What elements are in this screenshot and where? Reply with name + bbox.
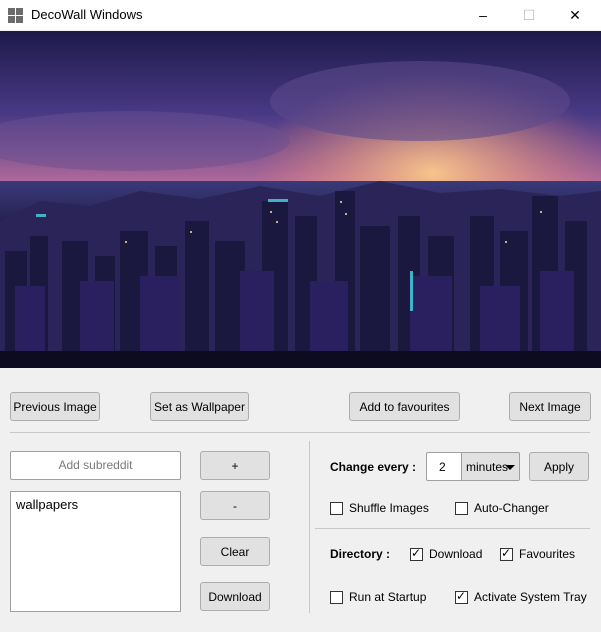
shuffle-images-label: Shuffle Images (349, 501, 429, 515)
add-subreddit-button[interactable]: + (200, 451, 270, 480)
vertical-divider (309, 441, 310, 613)
checkbox-box: ✓ (500, 545, 513, 561)
subreddit-placeholder: Add subreddit (58, 458, 133, 472)
auto-changer-checkbox[interactable]: Auto-Changer (455, 500, 549, 516)
list-item[interactable]: wallpapers (11, 492, 180, 512)
change-every-label: Change every : (330, 460, 417, 474)
run-at-startup-label: Run at Startup (349, 590, 427, 604)
checkmark-icon: ✓ (411, 545, 422, 560)
system-tray-label: Activate System Tray (474, 590, 587, 604)
directory-favourites-checkbox[interactable]: ✓ Favourites (500, 546, 575, 562)
previous-image-button[interactable]: Previous Image (10, 392, 100, 421)
minimize-button[interactable]: – (460, 0, 506, 30)
directory-download-label: Download (429, 547, 483, 561)
run-at-startup-checkbox[interactable]: Run at Startup (330, 589, 426, 605)
window-title: DecoWall Windows (31, 7, 143, 22)
chevron-down-icon (505, 465, 515, 470)
divider (10, 432, 590, 433)
next-image-button[interactable]: Next Image (509, 392, 591, 421)
apply-button[interactable]: Apply (529, 452, 589, 481)
maximize-button[interactable]: ☐ (506, 0, 552, 30)
directory-label: Directory : (330, 547, 391, 561)
app-window: DecoWall Windows – ☐ ✕ Previous Image Se… (0, 0, 601, 632)
directory-favourites-label: Favourites (519, 547, 576, 561)
add-to-favourites-button[interactable]: Add to favourites (349, 392, 460, 421)
interval-unit-select[interactable]: minutes (461, 452, 520, 481)
directory-download-checkbox[interactable]: ✓ Download (410, 546, 482, 562)
checkbox-box: ✓ (410, 545, 423, 561)
checkbox-box (455, 501, 468, 515)
settings-divider (315, 528, 590, 529)
title-bar[interactable]: DecoWall Windows – ☐ ✕ (0, 0, 601, 30)
subreddit-input[interactable]: Add subreddit (10, 451, 181, 480)
system-tray-checkbox[interactable]: ✓ Activate System Tray (455, 589, 587, 605)
remove-subreddit-button[interactable]: - (200, 491, 270, 520)
checkmark-icon: ✓ (456, 588, 467, 603)
checkbox-box: ✓ (455, 588, 468, 604)
set-wallpaper-button[interactable]: Set as Wallpaper (150, 392, 249, 421)
subreddit-list[interactable]: wallpapers (10, 491, 181, 612)
auto-changer-label: Auto-Changer (474, 501, 549, 515)
interval-unit-value: minutes (466, 460, 509, 474)
download-button[interactable]: Download (200, 582, 270, 611)
interval-input[interactable]: 2 (426, 452, 462, 481)
checkmark-icon: ✓ (501, 545, 512, 560)
clear-button[interactable]: Clear (200, 537, 270, 566)
wallpaper-preview-image (0, 31, 601, 368)
app-grid-icon (8, 8, 23, 23)
checkbox-box (330, 501, 343, 515)
shuffle-images-checkbox[interactable]: Shuffle Images (330, 500, 429, 516)
close-button[interactable]: ✕ (552, 0, 598, 30)
checkbox-box (330, 590, 343, 604)
